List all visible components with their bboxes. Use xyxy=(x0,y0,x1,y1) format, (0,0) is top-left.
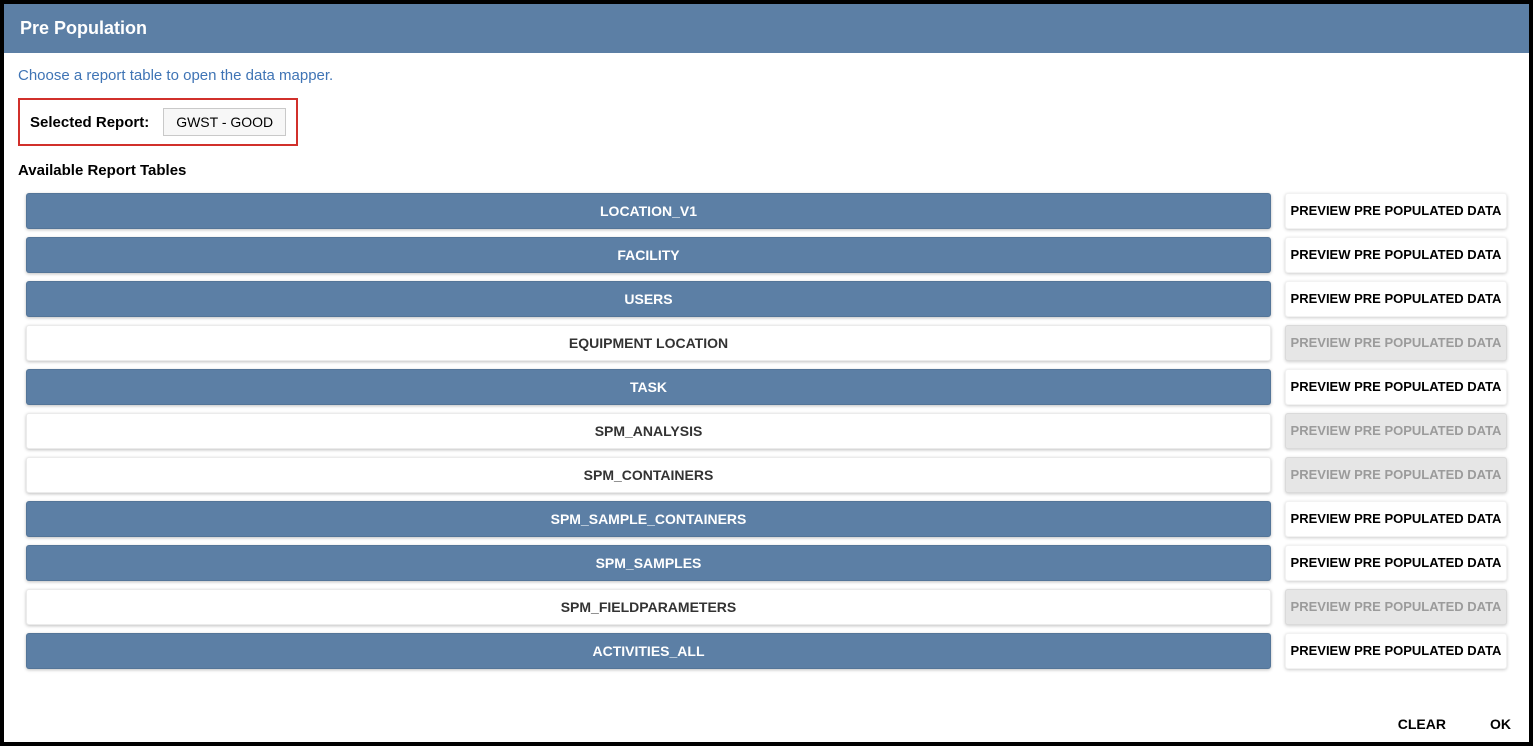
table-row: TASK PREVIEW PRE POPULATED DATA xyxy=(26,369,1507,405)
preview-button[interactable]: PREVIEW PRE POPULATED DATA xyxy=(1285,545,1507,581)
preview-button[interactable]: PREVIEW PRE POPULATED DATA xyxy=(1285,633,1507,669)
dialog-footer: CLEAR OK xyxy=(4,708,1529,742)
dialog-header: Pre Population xyxy=(4,4,1529,53)
preview-button: PREVIEW PRE POPULATED DATA xyxy=(1285,589,1507,625)
table-row: ACTIVITIES_ALL PREVIEW PRE POPULATED DATA xyxy=(26,633,1507,669)
table-button[interactable]: SPM_SAMPLES xyxy=(26,545,1271,581)
dialog-content: Choose a report table to open the data m… xyxy=(4,53,1529,708)
table-row: LOCATION_V1 PREVIEW PRE POPULATED DATA xyxy=(26,193,1507,229)
table-button[interactable]: LOCATION_V1 xyxy=(26,193,1271,229)
table-button[interactable]: TASK xyxy=(26,369,1271,405)
table-button[interactable]: SPM_CONTAINERS xyxy=(26,457,1271,493)
instruction-text: Choose a report table to open the data m… xyxy=(18,67,1515,84)
table-button[interactable]: EQUIPMENT LOCATION xyxy=(26,325,1271,361)
table-row: SPM_SAMPLES PREVIEW PRE POPULATED DATA xyxy=(26,545,1507,581)
table-button[interactable]: ACTIVITIES_ALL xyxy=(26,633,1271,669)
table-button[interactable]: SPM_ANALYSIS xyxy=(26,413,1271,449)
preview-button[interactable]: PREVIEW PRE POPULATED DATA xyxy=(1285,237,1507,273)
preview-button[interactable]: PREVIEW PRE POPULATED DATA xyxy=(1285,369,1507,405)
table-row: SPM_FIELDPARAMETERS PREVIEW PRE POPULATED… xyxy=(26,589,1507,625)
preview-button[interactable]: PREVIEW PRE POPULATED DATA xyxy=(1285,193,1507,229)
table-row: SPM_SAMPLE_CONTAINERS PREVIEW PRE POPULAT… xyxy=(26,501,1507,537)
dialog-title: Pre Population xyxy=(20,18,147,38)
ok-button[interactable]: OK xyxy=(1490,716,1511,732)
preview-button: PREVIEW PRE POPULATED DATA xyxy=(1285,413,1507,449)
preview-button[interactable]: PREVIEW PRE POPULATED DATA xyxy=(1285,501,1507,537)
table-button[interactable]: SPM_FIELDPARAMETERS xyxy=(26,589,1271,625)
table-button[interactable]: SPM_SAMPLE_CONTAINERS xyxy=(26,501,1271,537)
preview-button[interactable]: PREVIEW PRE POPULATED DATA xyxy=(1285,281,1507,317)
tables-list: LOCATION_V1PREVIEW PRE POPULATED DATAFAC… xyxy=(18,193,1515,677)
table-button[interactable]: FACILITY xyxy=(26,237,1271,273)
clear-button[interactable]: CLEAR xyxy=(1398,716,1446,732)
preview-button: PREVIEW PRE POPULATED DATA xyxy=(1285,457,1507,493)
table-row: SPM_CONTAINERS PREVIEW PRE POPULATED DATA xyxy=(26,457,1507,493)
table-row: FACILITY PREVIEW PRE POPULATED DATA xyxy=(26,237,1507,273)
selected-report-box: Selected Report: GWST - GOOD xyxy=(18,98,298,146)
table-row: SPM_ANALYSIS PREVIEW PRE POPULATED DATA xyxy=(26,413,1507,449)
available-tables-label: Available Report Tables xyxy=(18,162,1515,179)
table-row: EQUIPMENT LOCATION PREVIEW PRE POPULATED … xyxy=(26,325,1507,361)
selected-report-label: Selected Report: xyxy=(30,114,149,131)
table-button[interactable]: USERS xyxy=(26,281,1271,317)
table-row: USERS PREVIEW PRE POPULATED DATA xyxy=(26,281,1507,317)
preview-button: PREVIEW PRE POPULATED DATA xyxy=(1285,325,1507,361)
selected-report-value[interactable]: GWST - GOOD xyxy=(163,108,286,136)
